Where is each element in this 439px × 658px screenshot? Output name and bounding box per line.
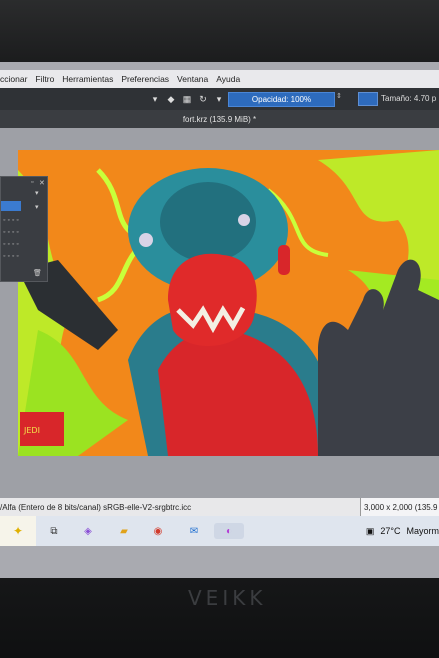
close-icon[interactable]: ✕ xyxy=(39,179,45,187)
alpha-lock-icon[interactable]: ▦ xyxy=(182,94,192,104)
menu-item-select[interactable]: ccionar xyxy=(0,74,27,84)
chrome-icon[interactable]: ◉ xyxy=(150,523,166,539)
task-view-icon[interactable]: ⧉ xyxy=(46,523,62,539)
layer-row[interactable]: ◦ ◦ ◦ ◦ xyxy=(3,241,43,250)
weather-label[interactable]: Mayorm xyxy=(406,526,439,536)
chevron-down-icon[interactable]: ▾ xyxy=(35,189,39,197)
artwork-illustration: JEDI xyxy=(18,150,439,456)
menu-item-filter[interactable]: Filtro xyxy=(35,74,54,84)
weather-icon[interactable]: ▣ xyxy=(366,526,375,537)
menu-item-window[interactable]: Ventana xyxy=(177,74,208,84)
layer-row[interactable]: ◦ ◦ ◦ ◦ xyxy=(3,217,43,226)
monitor-bezel-top xyxy=(0,0,439,64)
taskbar: ✦ ⧉ ◈ ▰ ◉ ✉ ◐ ▣ 27°C Mayorm xyxy=(0,516,439,546)
outlook-icon[interactable]: ✉ xyxy=(186,523,202,539)
menubar: ccionar Filtro Herramientas Preferencias… xyxy=(0,70,439,88)
reload-icon[interactable]: ↻ xyxy=(198,94,208,104)
layer-row[interactable]: ◦ ◦ ◦ ◦ xyxy=(3,229,43,238)
screen: ccionar Filtro Herramientas Preferencias… xyxy=(0,62,439,578)
krita-icon[interactable]: ◐ xyxy=(214,523,244,539)
document-tab[interactable]: fort.krz (135.9 MiB) * xyxy=(0,110,439,128)
tool-options-bar: ▾ ◆ ▦ ↻ ▾ Opacidad: 100% ⇕ Tamaño: 4.70 … xyxy=(0,88,439,110)
menu-item-tools[interactable]: Herramientas xyxy=(62,74,113,84)
color-swatch[interactable] xyxy=(358,92,378,106)
widgets-icon[interactable]: ✦ xyxy=(0,516,36,546)
layer-row[interactable]: ◦ ◦ ◦ ◦ xyxy=(3,253,43,262)
blending-mode-select[interactable] xyxy=(1,201,21,211)
file-explorer-icon[interactable]: ▰ xyxy=(116,523,132,539)
temperature-label[interactable]: 27°C xyxy=(380,526,400,536)
float-docker-icon[interactable]: ▫ xyxy=(31,179,33,186)
copilot-icon[interactable]: ◈ xyxy=(80,523,96,539)
color-profile-info: /Alfa (Entero de 8 bits/canal) sRGB-elle… xyxy=(0,502,192,512)
menu-item-preferences[interactable]: Preferencias xyxy=(121,74,169,84)
delete-layer-icon[interactable]: 🗑 xyxy=(33,269,42,277)
chevron-down-icon[interactable]: ▾ xyxy=(150,94,160,104)
brush-size-label[interactable]: Tamaño: 4.70 p xyxy=(381,94,436,103)
artwork-canvas[interactable]: JEDI xyxy=(18,150,439,456)
image-dimensions: 3,000 x 2,000 (135.9 xyxy=(360,498,439,516)
monitor-brand-logo: VEIKK xyxy=(188,586,267,610)
svg-text:JEDI: JEDI xyxy=(23,426,40,435)
opacity-stepper-icon[interactable]: ⇕ xyxy=(336,92,346,100)
eraser-icon[interactable]: ◆ xyxy=(166,94,176,104)
system-tray: ▣ 27°C Mayorm xyxy=(366,516,439,546)
menu-item-help[interactable]: Ayuda xyxy=(216,74,240,84)
opacity-slider[interactable]: Opacidad: 100% xyxy=(228,92,335,107)
statusbar: /Alfa (Entero de 8 bits/canal) sRGB-elle… xyxy=(0,498,439,516)
document-title: fort.krz (135.9 MiB) * xyxy=(182,114,257,124)
chevron-down-icon[interactable]: ▾ xyxy=(214,94,224,104)
layers-docker: ▫ ✕ ▾ ▾ ◦ ◦ ◦ ◦ ◦ ◦ ◦ ◦ ◦ ◦ ◦ ◦ ◦ ◦ ◦ ◦ … xyxy=(0,176,48,282)
chevron-down-icon[interactable]: ▾ xyxy=(35,203,39,211)
